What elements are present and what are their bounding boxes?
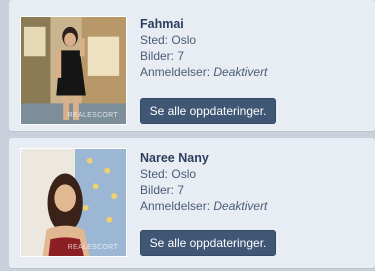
photo-watermark: REALESCORT — [67, 244, 118, 251]
profile-photo-image — [21, 17, 126, 124]
listing-card: REALESCORT Naree Nany Sted: Oslo Bilder:… — [9, 138, 375, 268]
location-label: Sted: — [140, 33, 172, 47]
location-line: Sted: Oslo — [140, 166, 267, 182]
photos-label: Bilder: — [140, 49, 178, 63]
reviews-status: Deaktivert — [213, 199, 268, 213]
location-line: Sted: Oslo — [140, 32, 267, 48]
photo-watermark: REALESCORT — [67, 112, 118, 119]
profile-photo-image — [21, 149, 126, 256]
listing-name[interactable]: Naree Nany — [140, 150, 267, 166]
photos-count: 7 — [177, 49, 185, 63]
see-all-updates-button[interactable]: Se alle oppdateringer. — [140, 230, 276, 256]
location-label: Sted: — [140, 167, 172, 181]
reviews-line: Anmeldelser: Deaktivert — [140, 64, 267, 80]
reviews-status: Deaktivert — [213, 65, 268, 79]
listing-info: Fahmai Sted: Oslo Bilder: 7 Anmeldelser:… — [140, 16, 267, 80]
location-value: Oslo — [171, 167, 197, 181]
reviews-line: Anmeldelser: Deaktivert — [140, 198, 267, 214]
photos-line: Bilder: 7 — [140, 48, 267, 64]
listing-card: REALESCORT Fahmai Sted: Oslo Bilder: 7 A… — [9, 0, 375, 131]
photos-count: 7 — [177, 183, 185, 197]
listing-info: Naree Nany Sted: Oslo Bilder: 7 Anmeldel… — [140, 150, 267, 214]
photos-line: Bilder: 7 — [140, 182, 267, 198]
profile-photo[interactable]: REALESCORT — [20, 148, 127, 257]
photos-label: Bilder: — [140, 183, 178, 197]
reviews-label: Anmeldelser: — [140, 65, 214, 79]
profile-photo[interactable]: REALESCORT — [20, 16, 127, 125]
reviews-label: Anmeldelser: — [140, 199, 214, 213]
listing-name[interactable]: Fahmai — [140, 16, 267, 32]
see-all-updates-button[interactable]: Se alle oppdateringer. — [140, 98, 276, 124]
location-value: Oslo — [171, 33, 197, 47]
